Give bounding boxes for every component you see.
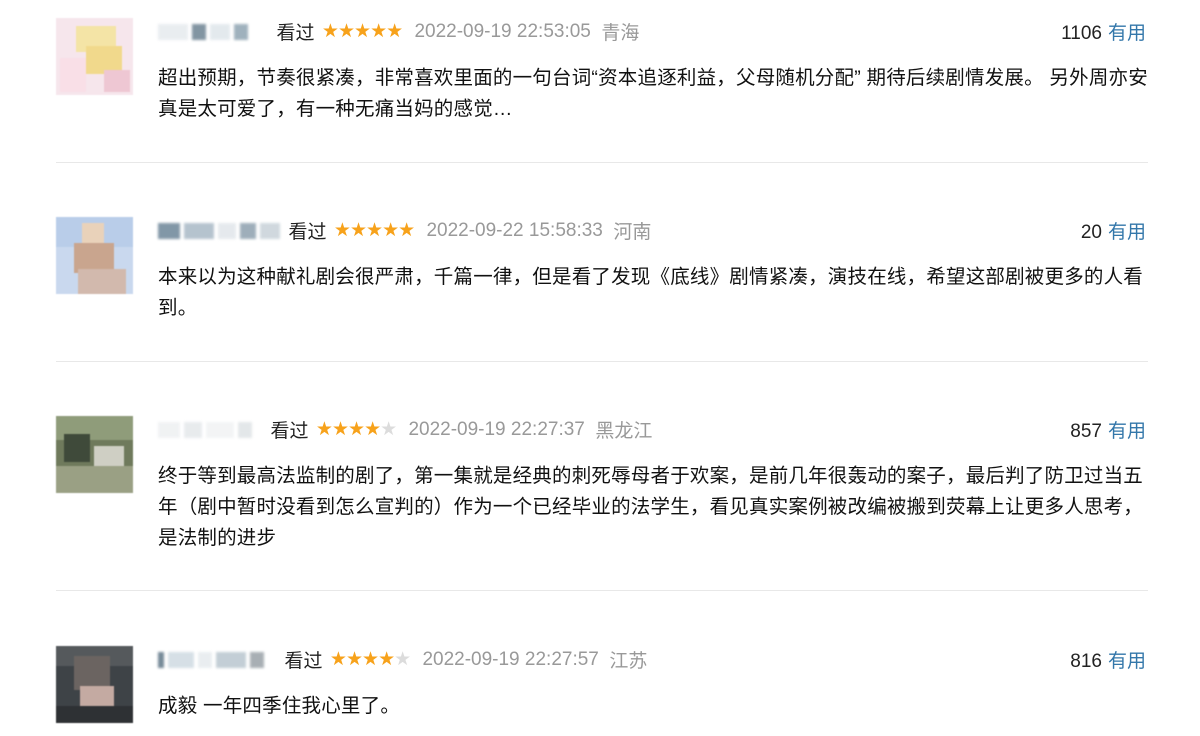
useful-count: 857 (1070, 421, 1102, 442)
star-icon: ★ (364, 419, 381, 440)
useful-button[interactable]: 有用 (1108, 23, 1146, 44)
useful-vote: 1106 有用 (1061, 18, 1146, 45)
useful-vote: 20 有用 (1081, 217, 1146, 244)
star-icon: ★ (382, 220, 399, 241)
username[interactable] (158, 21, 266, 43)
rating-stars: ★★★★★ (330, 649, 415, 670)
watch-status: 看过 (284, 651, 323, 672)
star-icon: ★ (366, 220, 383, 241)
rating-stars: ★★★★★ (322, 21, 407, 42)
username[interactable] (158, 419, 266, 441)
star-icon: ★ (333, 220, 351, 241)
star-icon: ★ (315, 419, 333, 440)
review-info: 看过 ★★★★★ 2022-09-19 22:27:37 黑龙江 857 有用 (158, 416, 1146, 450)
review-time: 2022-09-19 22:27:37 (408, 418, 585, 440)
watch-status: 看过 (288, 222, 327, 243)
review-info: 看过 ★★★★★ 2022-09-19 22:53:05 青海 1106 有用 (158, 18, 1146, 52)
review-location: 河南 (613, 222, 652, 243)
username[interactable] (158, 220, 284, 242)
star-icon: ★ (321, 21, 339, 42)
star-icon: ★ (329, 649, 347, 670)
useful-button[interactable]: 有用 (1108, 421, 1146, 442)
divider (56, 590, 1148, 591)
star-icon: ★ (370, 21, 387, 42)
review-info: 看过 ★★★★★ 2022-09-19 22:27:57 江苏 816 有用 (158, 646, 1146, 680)
star-icon: ★ (349, 220, 367, 241)
review-content: 终于等到最高法监制的剧了，第一集就是经典的刺死辱母者于欢案，是前几年很轰动的案子… (158, 465, 1144, 549)
watch-status: 看过 (276, 23, 315, 44)
avatar[interactable] (56, 646, 133, 723)
divider (56, 162, 1148, 163)
star-empty-icon: ★ (394, 649, 411, 670)
star-empty-icon: ★ (380, 419, 397, 440)
useful-count: 1106 (1061, 23, 1102, 44)
avatar[interactable] (56, 18, 133, 95)
useful-vote: 816 有用 (1070, 646, 1146, 673)
useful-vote: 857 有用 (1070, 416, 1146, 443)
star-icon: ★ (348, 419, 365, 440)
star-icon: ★ (386, 21, 403, 42)
review-location: 黑龙江 (595, 421, 653, 442)
watch-status: 看过 (270, 421, 309, 442)
review-content: 成毅 一年四季住我心里了。 (158, 695, 401, 717)
review-content: 超出预期，节奏很紧凑，非常喜欢里面的一句台词“资本追逐利益，父母随机分配” 期待… (158, 67, 1148, 120)
star-icon: ★ (345, 649, 363, 670)
avatar[interactable] (56, 217, 133, 294)
review-info: 看过 ★★★★★ 2022-09-22 15:58:33 河南 20 有用 (158, 217, 1146, 251)
review-location: 江苏 (609, 651, 648, 672)
star-icon: ★ (354, 21, 371, 42)
useful-count: 816 (1070, 651, 1102, 672)
username[interactable] (158, 649, 274, 671)
useful-button[interactable]: 有用 (1108, 222, 1146, 243)
avatar[interactable] (56, 416, 133, 493)
divider (56, 361, 1148, 362)
review-time: 2022-09-22 15:58:33 (426, 219, 603, 241)
rating-stars: ★★★★★ (316, 419, 401, 440)
review-time: 2022-09-19 22:27:57 (422, 648, 599, 670)
star-icon: ★ (337, 21, 355, 42)
review-location: 青海 (601, 23, 640, 44)
star-icon: ★ (362, 649, 379, 670)
useful-button[interactable]: 有用 (1108, 651, 1146, 672)
review-time: 2022-09-19 22:53:05 (414, 20, 591, 42)
useful-count: 20 (1080, 222, 1102, 243)
star-icon: ★ (398, 220, 415, 241)
rating-stars: ★★★★★ (334, 220, 419, 241)
star-icon: ★ (378, 649, 395, 670)
review-content: 本来以为这种献礼剧会很严肃，千篇一律，但是看了发现《底线》剧情紧凑，演技在线，希… (158, 266, 1144, 319)
star-icon: ★ (331, 419, 349, 440)
